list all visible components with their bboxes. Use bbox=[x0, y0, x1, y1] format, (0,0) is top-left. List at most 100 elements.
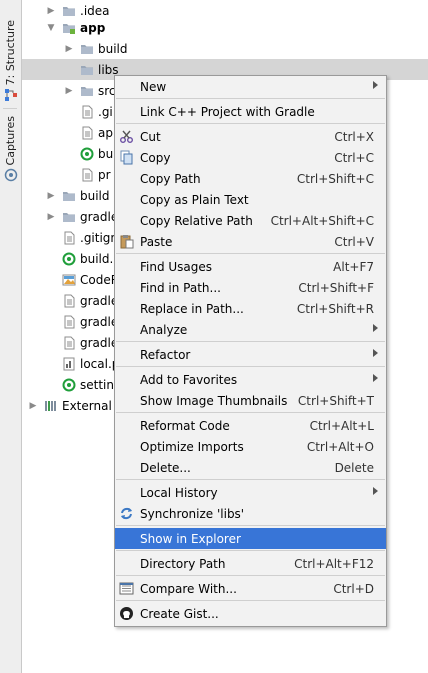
arrow-spacer bbox=[64, 128, 74, 138]
tree-row[interactable]: ▼ app bbox=[22, 17, 428, 38]
menu-separator bbox=[116, 412, 385, 413]
file-icon bbox=[62, 315, 76, 329]
menu-item-copy[interactable]: Copy Ctrl+C bbox=[115, 147, 386, 168]
menu-item-label: Cut bbox=[140, 129, 161, 144]
expand-arrow-icon[interactable]: ▶ bbox=[46, 191, 56, 201]
submenu-arrow-icon bbox=[373, 374, 378, 382]
folder-icon bbox=[62, 210, 76, 224]
context-menu: New Link C++ Project with Gradle Cut Ctrl+X… bbox=[114, 75, 387, 627]
menu-item-replace-in-path[interactable]: Replace in Path... Ctrl+Shift+R bbox=[115, 298, 386, 319]
menu-item-label: Reformat Code bbox=[140, 418, 230, 433]
folder-icon bbox=[80, 63, 94, 77]
expand-arrow-icon[interactable]: ▶ bbox=[64, 44, 74, 54]
arrow-spacer bbox=[46, 338, 56, 348]
expand-arrow-icon[interactable]: ▶ bbox=[28, 401, 38, 411]
menu-item-label: Copy Path bbox=[140, 171, 201, 186]
menu-item-copy-path[interactable]: Copy Path Ctrl+Shift+C bbox=[115, 168, 386, 189]
tree-row-label: gradle bbox=[80, 293, 119, 308]
arrow-spacer bbox=[46, 275, 56, 285]
menu-item-optimize-imports[interactable]: Optimize Imports Ctrl+Alt+O bbox=[115, 436, 386, 457]
menu-item-shortcut: Ctrl+V bbox=[334, 234, 374, 249]
folder-icon bbox=[62, 4, 76, 18]
arrow-spacer bbox=[46, 233, 56, 243]
tree-row-label: build bbox=[80, 188, 110, 203]
arrow-spacer bbox=[64, 170, 74, 180]
gradle-icon bbox=[62, 378, 76, 392]
structure-tab[interactable]: 7: Structure bbox=[0, 20, 21, 102]
tree-row-label: gradle bbox=[80, 335, 119, 350]
menu-separator bbox=[116, 366, 385, 367]
expand-arrow-icon[interactable]: ▶ bbox=[46, 6, 56, 16]
menu-item-synchronize-libs[interactable]: Synchronize 'libs' bbox=[115, 503, 386, 524]
menu-item-shortcut: Ctrl+Alt+L bbox=[309, 418, 374, 433]
menu-item-directory-path[interactable]: Directory Path Ctrl+Alt+F12 bbox=[115, 553, 386, 574]
tree-row[interactable]: ▶ build bbox=[22, 38, 428, 59]
left-tool-strip: 7: Structure Captures bbox=[0, 0, 22, 673]
menu-item-new[interactable]: New bbox=[115, 76, 386, 97]
menu-item-show-in-explorer[interactable]: Show in Explorer bbox=[115, 528, 386, 549]
menu-item-shortcut: Delete bbox=[334, 460, 374, 475]
menu-separator bbox=[116, 575, 385, 576]
menu-item-label: Show Image Thumbnails bbox=[140, 393, 288, 408]
collapse-arrow-icon[interactable]: ▼ bbox=[46, 23, 56, 33]
github-icon bbox=[119, 606, 134, 621]
menu-item-reformat-code[interactable]: Reformat Code Ctrl+Alt+L bbox=[115, 415, 386, 436]
image-file-icon bbox=[62, 273, 76, 287]
library-icon bbox=[44, 399, 58, 413]
menu-item-find-usages[interactable]: Find Usages Alt+F7 bbox=[115, 256, 386, 277]
tree-row-label: .gitign bbox=[80, 230, 119, 245]
submenu-arrow-icon bbox=[373, 349, 378, 357]
menu-item-label: Create Gist... bbox=[140, 606, 219, 621]
menu-item-label: Copy as Plain Text bbox=[140, 192, 249, 207]
properties-file-icon bbox=[62, 357, 76, 371]
submenu-arrow-icon bbox=[373, 81, 378, 89]
compare-icon bbox=[119, 581, 134, 596]
menu-item-link-c-project-with-gradle[interactable]: Link C++ Project with Gradle bbox=[115, 101, 386, 122]
folder-icon bbox=[62, 189, 76, 203]
menu-item-local-history[interactable]: Local History bbox=[115, 482, 386, 503]
tree-row-label: .gi bbox=[98, 104, 113, 119]
tree-row-label: src bbox=[98, 83, 116, 98]
gradle-icon bbox=[62, 252, 76, 266]
menu-item-delete[interactable]: Delete... Delete bbox=[115, 457, 386, 478]
menu-item-refactor[interactable]: Refactor bbox=[115, 344, 386, 365]
expand-arrow-icon[interactable]: ▶ bbox=[46, 212, 56, 222]
menu-separator bbox=[116, 600, 385, 601]
menu-item-add-to-favorites[interactable]: Add to Favorites bbox=[115, 369, 386, 390]
menu-item-label: Directory Path bbox=[140, 556, 226, 571]
arrow-spacer bbox=[64, 149, 74, 159]
menu-item-copy-relative-path[interactable]: Copy Relative Path Ctrl+Alt+Shift+C bbox=[115, 210, 386, 231]
gradle-icon bbox=[80, 147, 94, 161]
file-icon bbox=[62, 294, 76, 308]
menu-item-create-gist[interactable]: Create Gist... bbox=[115, 603, 386, 624]
file-icon bbox=[80, 105, 94, 119]
menu-item-shortcut: Ctrl+Shift+R bbox=[296, 301, 374, 316]
captures-tab[interactable]: Captures bbox=[0, 116, 21, 182]
paste-icon bbox=[119, 234, 134, 249]
menu-item-label: Link C++ Project with Gradle bbox=[140, 104, 315, 119]
menu-item-shortcut: Ctrl+Shift+F bbox=[298, 280, 374, 295]
menu-separator bbox=[116, 98, 385, 99]
expand-arrow-icon[interactable]: ▶ bbox=[64, 86, 74, 96]
structure-icon bbox=[4, 89, 17, 102]
arrow-spacer bbox=[46, 296, 56, 306]
menu-item-analyze[interactable]: Analyze bbox=[115, 319, 386, 340]
tree-row-label: ap bbox=[98, 125, 113, 140]
structure-tab-label: 7: Structure bbox=[4, 20, 17, 86]
tree-row-label: build bbox=[98, 41, 128, 56]
arrow-spacer bbox=[64, 107, 74, 117]
folder-icon bbox=[80, 42, 94, 56]
menu-item-show-image-thumbnails[interactable]: Show Image Thumbnails Ctrl+Shift+T bbox=[115, 390, 386, 411]
tree-row-label: gradle bbox=[80, 314, 119, 329]
menu-item-find-in-path[interactable]: Find in Path... Ctrl+Shift+F bbox=[115, 277, 386, 298]
menu-item-paste[interactable]: Paste Ctrl+V bbox=[115, 231, 386, 252]
menu-item-label: Optimize Imports bbox=[140, 439, 244, 454]
submenu-arrow-icon bbox=[373, 487, 378, 495]
menu-item-compare-with[interactable]: Compare With... Ctrl+D bbox=[115, 578, 386, 599]
copy-icon bbox=[119, 150, 134, 165]
file-icon bbox=[62, 336, 76, 350]
menu-item-copy-as-plain-text[interactable]: Copy as Plain Text bbox=[115, 189, 386, 210]
menu-item-cut[interactable]: Cut Ctrl+X bbox=[115, 126, 386, 147]
menu-item-label: New bbox=[140, 79, 167, 94]
scissors-icon bbox=[119, 129, 134, 144]
